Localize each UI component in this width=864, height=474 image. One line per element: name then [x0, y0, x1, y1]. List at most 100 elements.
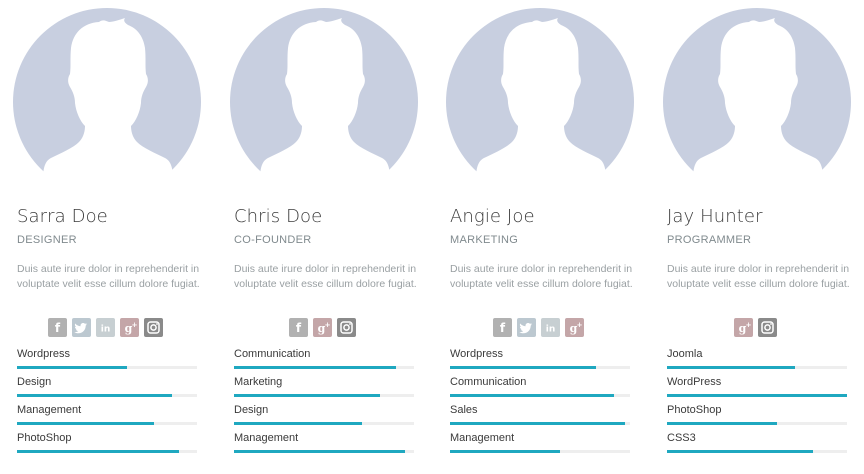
- skill-label: WordPress: [667, 376, 722, 388]
- skill-progress-fill: [17, 366, 127, 369]
- skill-label: PhotoShop: [17, 432, 72, 444]
- skill-label: Communication: [450, 376, 527, 388]
- member-name: Jay Hunter: [667, 206, 763, 227]
- instagram-link[interactable]: [758, 318, 777, 337]
- avatar-placeholder-icon: [13, 8, 201, 180]
- twitter-link[interactable]: [72, 318, 91, 337]
- instagram-link[interactable]: [337, 318, 356, 337]
- googleplus-icon: g +: [125, 321, 138, 335]
- skill-progress-track: [667, 366, 847, 369]
- instagram-link[interactable]: [144, 318, 163, 337]
- member-role: MARKETING: [450, 234, 519, 246]
- skill-label: Management: [17, 404, 82, 416]
- googleplus-link[interactable]: g +: [734, 318, 753, 337]
- skill-row: PhotoShop: [667, 404, 847, 432]
- skill-progress-fill: [17, 450, 179, 453]
- skill-progress-fill: [17, 394, 172, 397]
- avatar: [446, 8, 638, 180]
- googleplus-icon: g +: [570, 321, 583, 335]
- social-links: f g +: [289, 318, 356, 337]
- member-name: Chris Doe: [234, 206, 323, 227]
- skill-row: Marketing: [234, 376, 414, 404]
- skill-label: Wordpress: [450, 348, 503, 360]
- skills-list: Wordpress Design Management PhotoShop: [17, 348, 197, 460]
- facebook-icon: f: [296, 321, 302, 335]
- instagram-icon: [147, 321, 160, 334]
- twitter-icon: [74, 323, 87, 334]
- avatar: [230, 8, 422, 180]
- skill-row: Wordpress: [17, 348, 197, 376]
- skill-progress-track: [450, 366, 630, 369]
- skills-list: Wordpress Communication Sales Management: [450, 348, 630, 460]
- member-name: Sarra Doe: [17, 206, 108, 227]
- svg-text:f: f: [55, 321, 61, 335]
- skill-progress-fill: [667, 422, 777, 425]
- skill-label: CSS3: [667, 432, 696, 444]
- linkedin-link[interactable]: in: [96, 318, 115, 337]
- skill-progress-track: [450, 422, 630, 425]
- twitter-link[interactable]: [517, 318, 536, 337]
- skill-row: Design: [17, 376, 197, 404]
- skill-row: CSS3: [667, 432, 847, 460]
- avatar-placeholder-icon: [663, 8, 851, 180]
- team-member-card: Angie Joe MARKETING Duis aute irure dolo…: [446, 0, 650, 474]
- skill-progress-track: [667, 422, 847, 425]
- skill-progress-track: [234, 450, 414, 453]
- skill-row: Communication: [450, 376, 630, 404]
- avatar: [663, 8, 855, 180]
- twitter-icon: [519, 323, 532, 334]
- skill-row: Design: [234, 404, 414, 432]
- skill-row: Wordpress: [450, 348, 630, 376]
- skill-row: Joomla: [667, 348, 847, 376]
- linkedin-link[interactable]: in: [541, 318, 560, 337]
- skill-progress-track: [450, 394, 630, 397]
- svg-text:+: +: [577, 321, 583, 329]
- instagram-icon: [761, 321, 774, 334]
- team-member-card: Chris Doe CO-FOUNDER Duis aute irure dol…: [230, 0, 434, 474]
- svg-text:in: in: [546, 325, 556, 335]
- skill-progress-fill: [234, 450, 405, 453]
- skill-progress-track: [667, 450, 847, 453]
- skill-progress-track: [667, 394, 847, 397]
- skill-label: Sales: [450, 404, 478, 416]
- facebook-link[interactable]: f: [289, 318, 308, 337]
- skill-row: Management: [450, 432, 630, 460]
- skill-label: Wordpress: [17, 348, 70, 360]
- skill-label: Management: [234, 432, 299, 444]
- member-role: CO-FOUNDER: [234, 234, 312, 246]
- facebook-icon: f: [55, 321, 61, 335]
- skill-label: Joomla: [667, 348, 703, 360]
- skill-row: PhotoShop: [17, 432, 197, 460]
- skill-label: Marketing: [234, 376, 283, 388]
- skill-progress-track: [450, 450, 630, 453]
- skill-label: Design: [17, 376, 52, 388]
- member-bio: Duis aute irure dolor in reprehenderit i…: [450, 263, 633, 290]
- skill-progress-fill: [667, 450, 813, 453]
- googleplus-link[interactable]: g +: [565, 318, 584, 337]
- googleplus-link[interactable]: g +: [120, 318, 139, 337]
- facebook-link[interactable]: f: [493, 318, 512, 337]
- skill-progress-fill: [234, 394, 380, 397]
- member-bio: Duis aute irure dolor in reprehenderit i…: [17, 263, 200, 290]
- skill-label: Management: [450, 432, 515, 444]
- instagram-icon: [340, 321, 353, 334]
- skill-progress-track: [17, 394, 197, 397]
- skill-row: Management: [234, 432, 414, 460]
- facebook-link[interactable]: f: [48, 318, 67, 337]
- team-member-card: Jay Hunter PROGRAMMER Duis aute irure do…: [663, 0, 864, 474]
- svg-text:f: f: [500, 321, 506, 335]
- svg-text:+: +: [325, 321, 331, 329]
- skills-list: Joomla WordPress PhotoShop CSS3: [667, 348, 847, 460]
- svg-text:in: in: [101, 325, 111, 335]
- skill-progress-track: [234, 422, 414, 425]
- svg-text:+: +: [132, 321, 138, 329]
- social-links: g +: [734, 318, 777, 337]
- skill-progress-fill: [450, 394, 614, 397]
- skill-row: WordPress: [667, 376, 847, 404]
- skill-progress-fill: [234, 366, 396, 369]
- skill-progress-fill: [667, 366, 795, 369]
- googleplus-link[interactable]: g +: [313, 318, 332, 337]
- linkedin-icon: in: [101, 325, 111, 335]
- skill-progress-track: [234, 394, 414, 397]
- facebook-icon: f: [500, 321, 506, 335]
